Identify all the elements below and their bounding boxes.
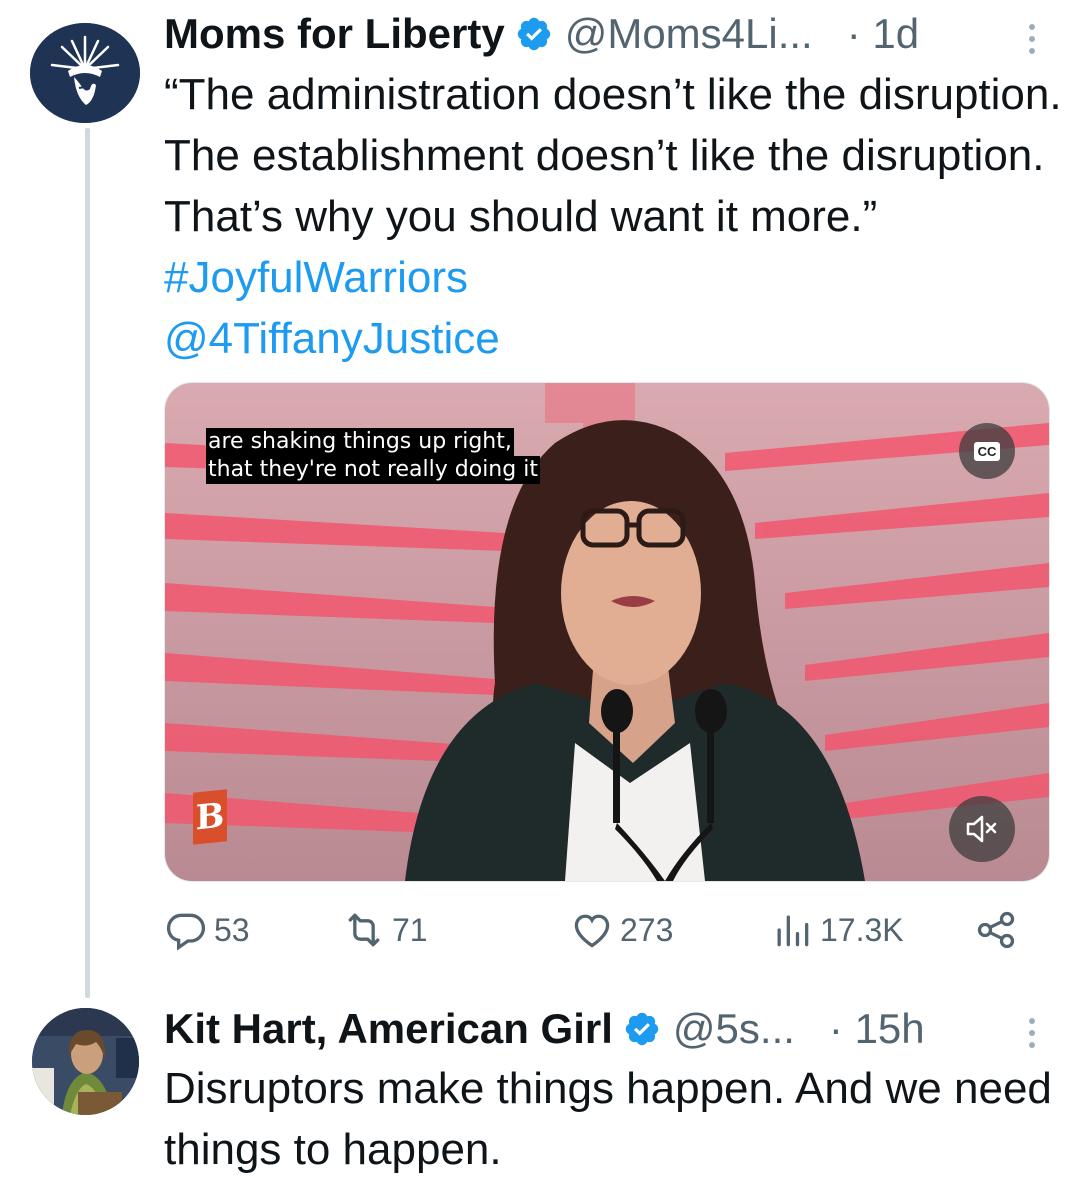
mute-icon[interactable] (949, 796, 1015, 862)
tweet-body: “The administration doesn’t like the dis… (164, 70, 1062, 241)
cc-icon[interactable]: CC (959, 423, 1015, 479)
caption-line: that they're not really doing it (206, 456, 540, 484)
like-icon (574, 914, 610, 948)
reply-count: 53 (214, 911, 250, 948)
share-icon (977, 911, 1015, 949)
profile-photo (32, 1008, 139, 1115)
author-handle[interactable]: @5s... (673, 1008, 795, 1050)
statue-of-liberty-logo (30, 23, 140, 123)
repost-count: 71 (392, 911, 428, 948)
more-icon[interactable] (1027, 24, 1037, 54)
video-player[interactable]: are shaking things up right, that they'r… (164, 382, 1050, 882)
mention-link[interactable]: @4TiffanyJustice (164, 314, 500, 363)
timestamp[interactable]: · 15h (829, 1008, 925, 1050)
share-button[interactable] (974, 908, 1018, 952)
author-name[interactable]: Moms for Liberty (164, 13, 505, 55)
tweet-text: Disruptors make things happen. And we ne… (164, 1064, 1052, 1174)
avatar-kit-hart[interactable] (32, 1008, 139, 1115)
verified-badge-icon (623, 1010, 661, 1048)
repost-icon (348, 913, 380, 947)
timestamp[interactable]: · 1d (847, 13, 919, 55)
avatar-moms-for-liberty[interactable] (30, 23, 140, 123)
views-count: 17.3K (820, 911, 904, 948)
verified-badge-icon (515, 15, 553, 53)
like-count: 273 (620, 911, 674, 948)
tweet-header: Moms for Liberty @Moms4Li... · 1d (164, 13, 1044, 55)
repost-button[interactable]: 71 (342, 908, 428, 952)
more-icon[interactable] (1027, 1018, 1037, 1048)
cc-label: CC (973, 441, 1001, 461)
thread-line (85, 128, 90, 998)
reply-button[interactable]: 53 (164, 908, 250, 952)
author-name[interactable]: Kit Hart, American Girl (164, 1008, 613, 1050)
reply-icon (166, 913, 206, 951)
action-bar: 53 71 273 17.3K (164, 908, 1048, 960)
hashtag-link[interactable]: #JoyfulWarriors (164, 253, 468, 302)
views-icon (777, 915, 809, 947)
like-button[interactable]: 273 (570, 908, 673, 952)
tweet-header: Kit Hart, American Girl @5s... · 15h (164, 1008, 1044, 1050)
watermark-logo: B (193, 789, 227, 845)
caption-line: are shaking things up right, (206, 428, 514, 456)
tweet-text: “The administration doesn’t like the dis… (164, 64, 1064, 369)
views-button[interactable]: 17.3K (770, 908, 904, 952)
video-caption: are shaking things up right, that they'r… (206, 428, 540, 484)
author-handle[interactable]: @Moms4Li... (565, 13, 813, 55)
